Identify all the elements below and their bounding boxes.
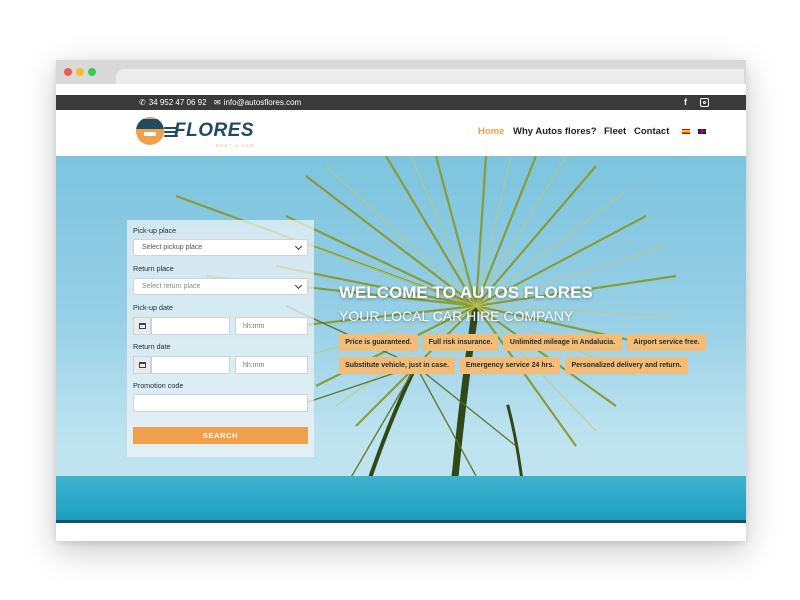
return-date-input[interactable] (151, 356, 230, 374)
instagram-icon[interactable] (700, 98, 709, 107)
nav-contact[interactable]: Contact (634, 126, 669, 137)
calendar-icon[interactable] (133, 356, 151, 374)
footer-strip (56, 520, 746, 523)
phone-number: 34 952 47 06 92 (148, 98, 207, 107)
close-dot-icon[interactable] (64, 68, 72, 76)
return-date-label: Return date (133, 342, 171, 351)
nav-why-autos-flores[interactable]: Why Autos flores? (513, 126, 597, 137)
logo-mark-icon (136, 117, 164, 145)
es-flag-icon[interactable] (682, 129, 690, 134)
feature-badge: Price is guaranteed. (339, 334, 418, 351)
minimize-dot-icon[interactable] (76, 68, 84, 76)
contact-bar: ✆ 34 952 47 06 92 ✉ info@autosflores.com f (56, 95, 746, 110)
feature-badge: Personalized delivery and return. (565, 357, 688, 374)
return-place-select[interactable]: Select return place (133, 278, 308, 295)
feature-badge: Airport service free. (627, 334, 706, 351)
calendar-icon[interactable] (133, 317, 151, 335)
pickup-time-input[interactable]: hh:mm (235, 317, 308, 335)
logo-text: FLORES (174, 120, 255, 141)
site-header: FLORES RENT A CAR Home Why Autos flores?… (56, 110, 746, 156)
chevron-down-icon (294, 281, 303, 290)
promo-code-input[interactable] (133, 394, 308, 412)
pickup-date-input[interactable] (151, 317, 230, 335)
browser-chrome (56, 60, 746, 84)
phone-link[interactable]: ✆ 34 952 47 06 92 (139, 98, 207, 107)
facebook-icon[interactable]: f (684, 97, 687, 107)
email-address: info@autosflores.com (223, 98, 302, 107)
return-place-label: Return place (133, 264, 174, 273)
pickup-place-label: Pick-up place (133, 226, 177, 235)
en-flag-icon[interactable] (698, 129, 706, 134)
email-link[interactable]: ✉ info@autosflores.com (214, 98, 301, 107)
maximize-dot-icon[interactable] (88, 68, 96, 76)
feature-badge: Substitute vehicle, just in case. (339, 357, 455, 374)
hero-title: WELCOME TO AUTOS FLORES (339, 283, 593, 302)
browser-tab[interactable] (116, 69, 744, 84)
browser-window: ✆ 34 952 47 06 92 ✉ info@autosflores.com f… (56, 60, 746, 541)
booking-form: Pick-up place Select pickup place Return… (127, 220, 314, 457)
sea-horizon (56, 476, 746, 520)
return-time-input[interactable]: hh:mm (235, 356, 308, 374)
nav-fleet[interactable]: Fleet (604, 126, 626, 137)
search-button[interactable]: SEARCH (133, 427, 308, 444)
pickup-date-label: Pick-up date (133, 303, 173, 312)
logo[interactable]: FLORES RENT A CAR (136, 115, 261, 151)
return-date-row: hh:mm (133, 356, 308, 374)
promo-code-label: Promotion code (133, 381, 184, 390)
return-place-value: Select return place (142, 283, 201, 290)
feature-badge: Unlimited mileage in Andalucia. (503, 334, 622, 351)
logo-subtext: RENT A CAR (216, 143, 255, 148)
nav-home[interactable]: Home (478, 126, 504, 137)
hero-subtitle: YOUR LOCAL CAR HIRE COMPANY (339, 308, 574, 324)
feature-badge: Full risk insurance. (423, 334, 498, 351)
pickup-place-value: Select pickup place (142, 244, 203, 251)
hero-banner: Pick-up place Select pickup place Return… (56, 156, 746, 520)
pickup-place-select[interactable]: Select pickup place (133, 239, 308, 256)
pickup-date-row: hh:mm (133, 317, 308, 335)
feature-badge: Emergency service 24 hrs. (460, 357, 560, 374)
phone-icon: ✆ (139, 98, 146, 107)
chevron-down-icon (294, 242, 303, 251)
envelope-icon: ✉ (214, 98, 221, 107)
